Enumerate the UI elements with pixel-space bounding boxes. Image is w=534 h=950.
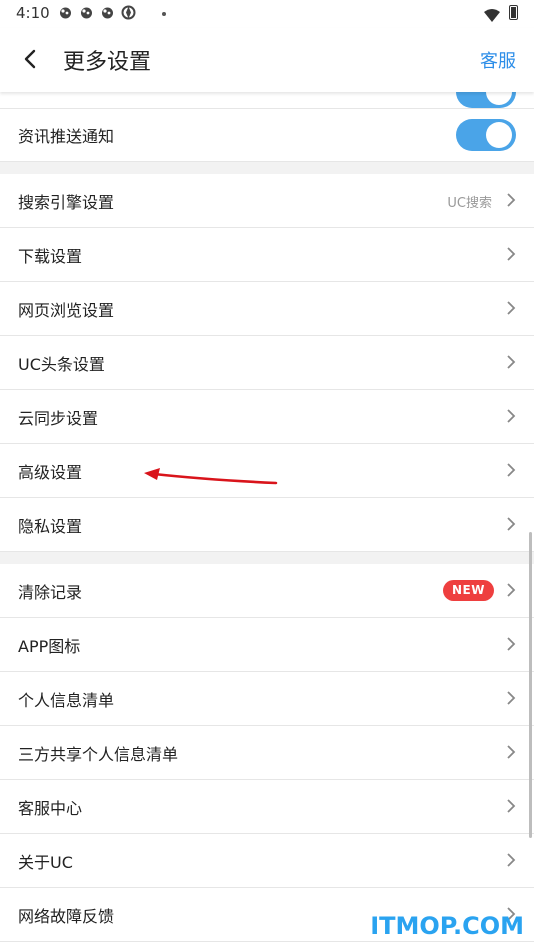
push-notification-toggle[interactable] (456, 119, 516, 151)
notification-icons (58, 5, 136, 20)
clear-history-label: 清除记录 (18, 583, 83, 602)
browsing-settings-label: 网页浏览设置 (18, 301, 115, 320)
browsing-settings-row[interactable]: 网页浏览设置 (0, 282, 534, 336)
app-notification-icon (58, 5, 73, 20)
chevron-right-icon (507, 301, 516, 315)
cloud-sync-settings-row[interactable]: 云同步设置 (0, 390, 534, 444)
app-icon-row[interactable]: APP图标 (0, 618, 534, 672)
uc-headline-settings-row[interactable]: UC头条设置 (0, 336, 534, 390)
app-notification-icon (79, 5, 94, 20)
support-center-label: 客服中心 (18, 799, 83, 818)
network-feedback-label: 网络故障反馈 (18, 907, 115, 926)
chevron-right-icon (507, 463, 516, 477)
push-notification-label: 资讯推送通知 (18, 127, 115, 146)
section-divider (0, 552, 534, 564)
personal-info-list-row[interactable]: 个人信息清单 (0, 672, 534, 726)
battery-icon (509, 5, 518, 20)
customer-service-link[interactable]: 客服 (480, 47, 516, 73)
uc-headline-settings-label: UC头条设置 (18, 355, 105, 374)
search-engine-value: UC搜索 (447, 196, 492, 211)
chevron-right-icon (507, 853, 516, 867)
download-settings-row[interactable]: 下载设置 (0, 228, 534, 282)
aperture-notification-icon (121, 5, 136, 20)
chevron-right-icon (507, 799, 516, 813)
app-notification-icon (100, 5, 115, 20)
chevron-right-icon (507, 193, 516, 207)
app-icon-label: APP图标 (18, 637, 81, 656)
clear-history-row[interactable]: 清除记录 NEW (0, 564, 534, 618)
third-party-sharing-row[interactable]: 三方共享个人信息清单 (0, 726, 534, 780)
about-uc-label: 关于UC (18, 853, 73, 872)
scrollbar[interactable] (529, 532, 532, 838)
settings-list: 资讯推送通知 搜索引擎设置 UC搜索 下载设置 网页浏览设置 UC头条设置 云同… (0, 92, 534, 950)
advanced-settings-label: 高级设置 (18, 463, 83, 482)
download-settings-label: 下载设置 (18, 247, 83, 266)
privacy-settings-row[interactable]: 隐私设置 (0, 498, 534, 552)
third-party-sharing-label: 三方共享个人信息清单 (18, 745, 179, 764)
chevron-right-icon (507, 355, 516, 369)
status-time: 4:10 (16, 4, 50, 22)
chevron-right-icon (507, 637, 516, 651)
personal-info-list-label: 个人信息清单 (18, 691, 115, 710)
list-item[interactable] (0, 92, 534, 109)
push-notification-row[interactable]: 资讯推送通知 (0, 108, 534, 162)
status-bar: 4:10 (0, 0, 534, 28)
watermark: ITMOP.COM (370, 912, 524, 940)
chevron-right-icon (507, 517, 516, 531)
chevron-right-icon (507, 745, 516, 759)
chevron-right-icon (507, 691, 516, 705)
new-badge: NEW (443, 580, 494, 601)
page-title: 更多设置 (63, 50, 152, 75)
cloud-sync-settings-label: 云同步设置 (18, 409, 99, 428)
title-bar: 更多设置 客服 (0, 28, 534, 92)
chevron-right-icon (507, 409, 516, 423)
toggle-knob (486, 122, 512, 148)
toggle-knob (486, 92, 512, 105)
back-arrow-icon[interactable] (18, 46, 44, 72)
support-center-row[interactable]: 客服中心 (0, 780, 534, 834)
chevron-right-icon (507, 247, 516, 261)
about-uc-row[interactable]: 关于UC (0, 834, 534, 888)
search-engine-label: 搜索引擎设置 (18, 193, 115, 212)
toggle-switch[interactable] (456, 92, 516, 108)
privacy-settings-label: 隐私设置 (18, 517, 83, 536)
red-arrow-annotation-icon (144, 468, 278, 485)
more-notifications-dot (162, 12, 166, 16)
wifi-icon (484, 7, 500, 26)
search-engine-row[interactable]: 搜索引擎设置 UC搜索 (0, 174, 534, 228)
chevron-right-icon (507, 583, 516, 597)
section-divider (0, 162, 534, 174)
